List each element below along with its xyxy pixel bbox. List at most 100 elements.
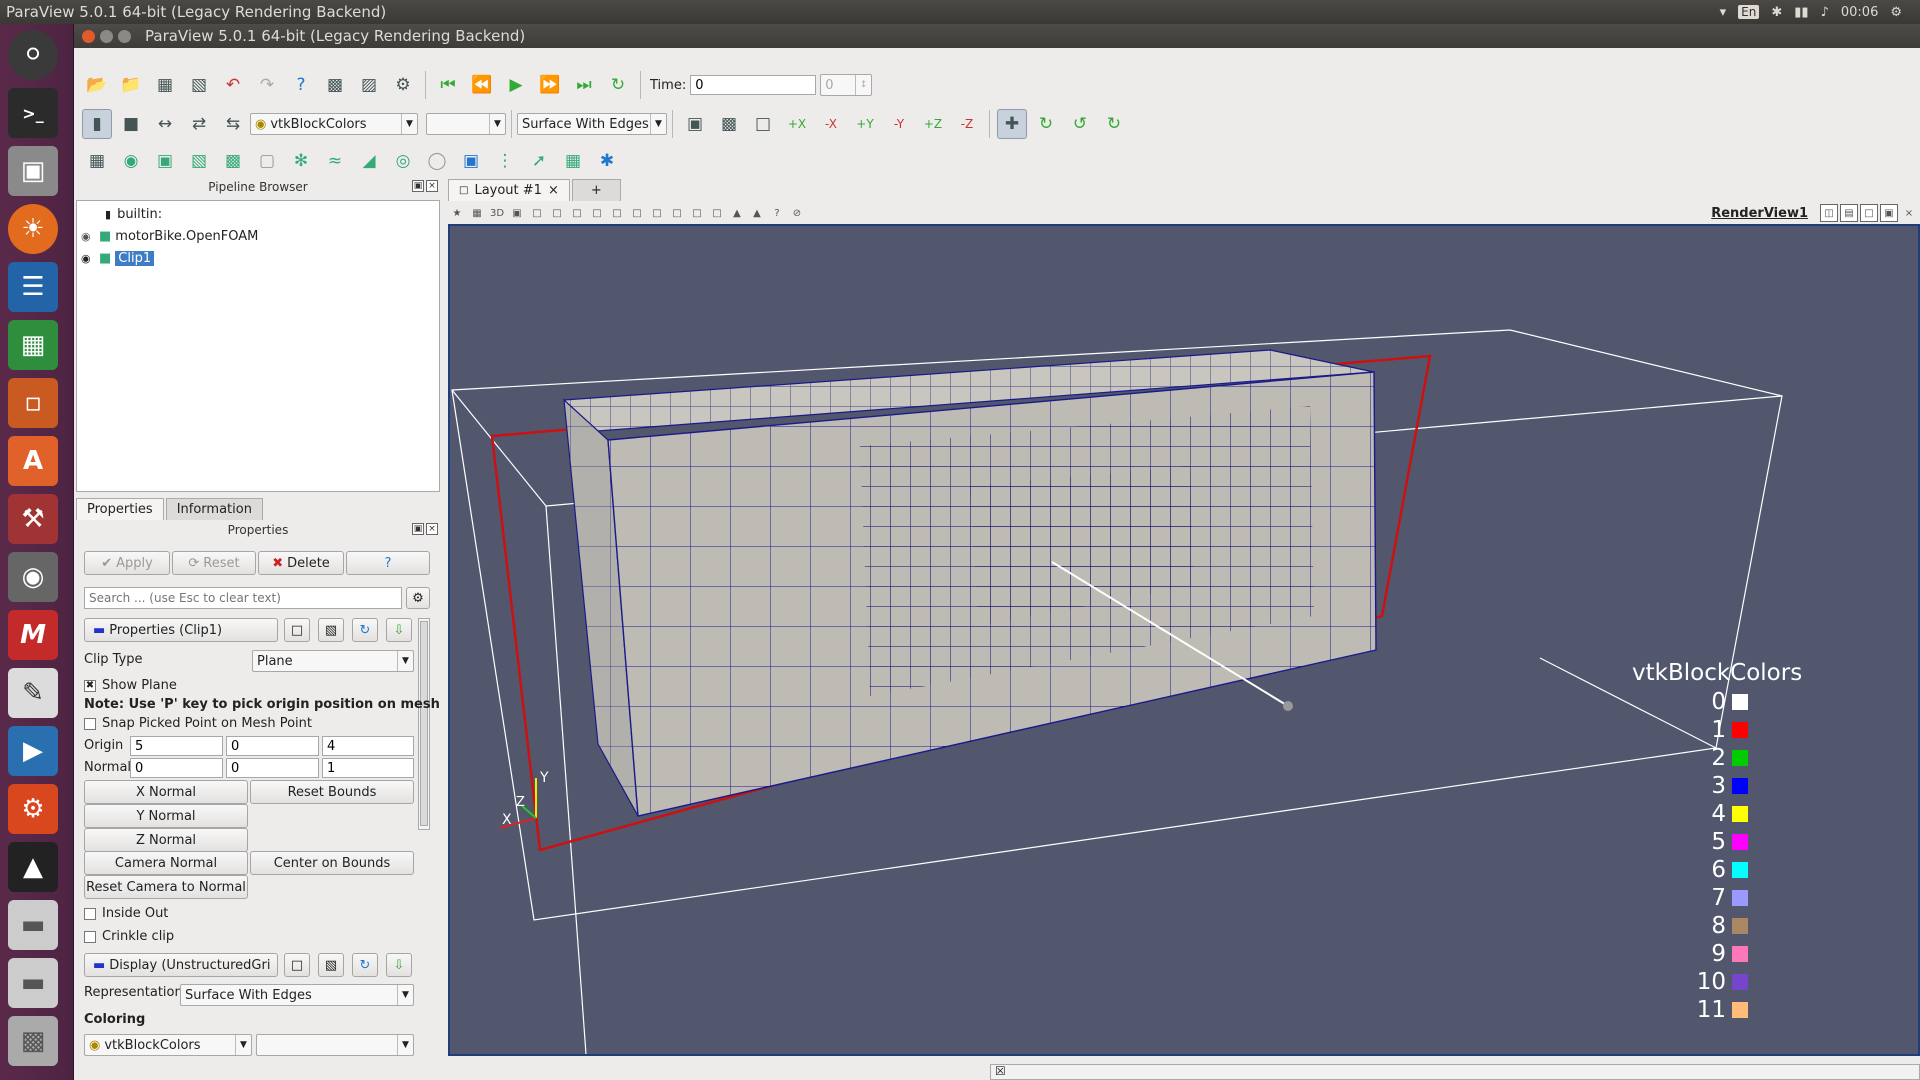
save-defaults-icon[interactable]: ⇩ [386,618,412,642]
view-select-points-icon[interactable]: □ [548,204,566,222]
clip-type-select[interactable]: Plane ▼ [252,650,414,672]
calculator-icon[interactable]: ▦ [82,146,112,176]
view-pos-x-icon[interactable]: +X [782,109,812,139]
add-layout-tab[interactable]: + [571,179,621,201]
threshold-icon[interactable]: ▩ [218,146,248,176]
view-help-icon[interactable]: ? [768,204,786,222]
reset-camera-normal-button[interactable]: Reset Camera to Normal [84,875,248,899]
view-neg-x-icon[interactable]: -X [816,109,846,139]
maple-icon[interactable]: M [8,610,58,660]
origin-z-input[interactable] [322,736,414,756]
view-shrink-icon[interactable]: □ [688,204,706,222]
center-on-bounds-button[interactable]: Center on Bounds [250,851,414,875]
first-frame-icon[interactable]: ⏮ [433,70,463,100]
settings-gear-icon[interactable]: ⚙ [1890,5,1902,20]
restore-defaults-icon[interactable]: ↻ [352,953,378,977]
settings-app-icon[interactable]: ⚙ [8,784,58,834]
connect-icon[interactable]: ▩ [320,70,350,100]
battery-icon[interactable]: ▮▮ [1794,5,1808,20]
view-hover-icon[interactable]: □ [648,204,666,222]
representation-toolbar-select[interactable]: Surface With Edges ▼ [517,113,667,135]
drive-icon[interactable]: ▬ [8,900,58,950]
representation-select[interactable]: Surface With Edges ▼ [180,984,414,1006]
save-data-icon[interactable]: ▦ [150,70,180,100]
undock-icon[interactable]: ▣ [412,180,424,192]
group-datasets-icon[interactable]: ◎ [388,146,418,176]
clip-section-toggle[interactable]: ▬ Properties (Clip1) [84,618,278,642]
reset-camera-icon[interactable]: ▣ [680,109,710,139]
zoom-to-data-icon[interactable]: ▩ [714,109,744,139]
close-panel-icon[interactable]: × [426,180,438,192]
crinkle-checkbox[interactable]: Crinkle clip [84,929,174,944]
view-neg-y-icon[interactable]: -Y [884,109,914,139]
undock-view-icon[interactable]: ▣ [1880,204,1898,222]
coloring-select[interactable]: ◉ vtkBlockColors ▼ [84,1034,252,1056]
status-close-icon[interactable]: ☒ [995,1064,1006,1078]
view-neg-z-icon[interactable]: -Z [952,109,982,139]
color-component-select[interactable]: ▼ [426,113,506,135]
maximize-window-button[interactable] [118,29,131,43]
close-window-button[interactable] [82,29,95,43]
play-icon[interactable]: ▶ [501,70,531,100]
snap-checkbox[interactable]: Snap Picked Point on Mesh Point [84,716,312,731]
interactive-select-icon[interactable]: ➚ [524,146,554,176]
restore-defaults-icon[interactable]: ↻ [352,618,378,642]
normal-x-input[interactable] [130,758,223,778]
rescale-custom-range-icon[interactable]: ⇄ [184,109,214,139]
edit-color-map-icon[interactable]: ■ [116,109,146,139]
view-select-poly-icon[interactable]: □ [608,204,626,222]
apply-button[interactable]: ✔ Apply [84,551,170,575]
help-button[interactable]: ? [346,551,430,575]
disconnect-icon[interactable]: ▨ [354,70,384,100]
clock[interactable]: 00:06 [1841,5,1878,20]
software-center-icon[interactable]: A [8,436,58,486]
color-array-select[interactable]: ◉ vtkBlockColors ▼ [250,113,418,135]
save-defaults-icon[interactable]: ⇩ [386,953,412,977]
view-grow-icon[interactable]: □ [668,204,686,222]
close-view-icon[interactable]: × [1900,204,1918,222]
split-horizontal-icon[interactable]: ◫ [1820,204,1838,222]
tab-layout-1[interactable]: □ Layout #1 × [448,179,570,201]
stream-tracer-icon[interactable]: ≈ [320,146,350,176]
clear-selection-icon[interactable]: ✱ [592,146,622,176]
rescale-data-range-icon[interactable]: ↔ [150,109,180,139]
pipeline-item-clip1[interactable]: ◉ ■ Clip1 [81,251,155,266]
time-index-spinbox[interactable]: 0 ↕ [820,74,873,96]
view-clear-icon[interactable]: □ [708,204,726,222]
eye-app-icon[interactable]: ◉ [8,552,58,602]
rotate-custom-icon[interactable]: ↻ [1099,109,1129,139]
camera-normal-button[interactable]: Camera Normal [84,851,248,875]
rotate-90-ccw-icon[interactable]: ↺ [1065,109,1095,139]
coloring-component-select[interactable]: ▼ [256,1034,414,1056]
view-select-frustum-icon[interactable]: □ [568,204,586,222]
reset-button[interactable]: ⟳ Reset [172,551,256,575]
text-editor-icon[interactable]: ✎ [8,668,58,718]
view-pos-y-icon[interactable]: +Y [850,109,880,139]
warp-vector-icon[interactable]: ◢ [354,146,384,176]
view-select-cells-icon[interactable]: □ [528,204,546,222]
view-capture-icon[interactable]: ▦ [468,204,486,222]
firefox-icon[interactable]: ☀ [8,204,58,254]
paste-properties-icon[interactable]: ▧ [318,953,344,977]
split-vertical-icon[interactable]: ▤ [1840,204,1858,222]
inkscape-icon[interactable]: ▲ [8,842,58,892]
properties-scrollbar[interactable] [418,618,430,830]
help-icon[interactable]: ? [286,70,316,100]
delete-button[interactable]: ✖ Delete [258,551,344,575]
slice-icon[interactable]: ▧ [184,146,214,176]
eye-icon[interactable]: ◉ [81,230,99,243]
extract-subset-icon[interactable]: ▢ [252,146,282,176]
calc-icon[interactable]: ▦ [8,320,58,370]
advanced-gear-icon[interactable]: ⚙ [406,587,430,609]
paste-properties-icon[interactable]: ▧ [318,618,344,642]
loop-icon[interactable]: ↻ [603,70,633,100]
copy-properties-icon[interactable]: □ [284,618,310,642]
trash-icon[interactable]: ▩ [8,1016,58,1066]
x-normal-button[interactable]: X Normal [84,780,248,804]
clip-icon[interactable]: ▣ [150,146,180,176]
reset-bounds-button[interactable]: Reset Bounds [250,780,414,804]
maximize-view-icon[interactable]: □ [1860,204,1878,222]
select-points-icon[interactable]: ⋮ [490,146,520,176]
undock-icon[interactable]: ▣ [412,523,424,535]
keyboard-layout-indicator[interactable]: En [1738,5,1760,19]
